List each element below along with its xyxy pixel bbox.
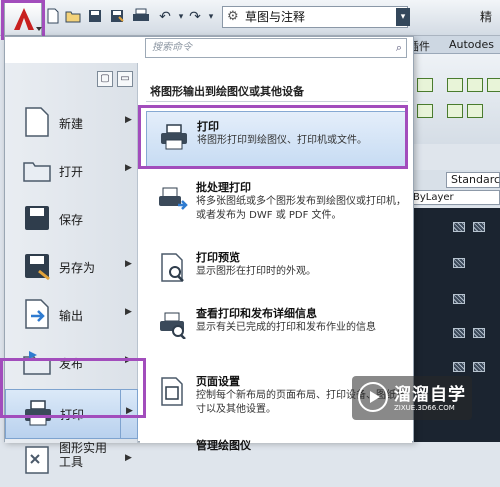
page-setup-icon bbox=[161, 377, 183, 406]
submenu-item-plot-details[interactable]: 查看打印和发布详细信息 显示有关已完成的打印和发布作业的信息 bbox=[146, 299, 408, 359]
ribbon-panel bbox=[405, 54, 500, 144]
block-cell bbox=[453, 222, 465, 232]
chevron-right-icon: ▶ bbox=[125, 259, 132, 269]
annotation-icon[interactable] bbox=[417, 104, 433, 118]
menu-item-open[interactable]: 打开 ▶ bbox=[5, 147, 138, 197]
watermark-name: 溜溜自学 bbox=[394, 385, 466, 405]
play-logo-icon bbox=[358, 382, 388, 412]
chevron-right-icon: ▶ bbox=[125, 163, 132, 173]
plot-details-icon bbox=[160, 312, 186, 339]
dimension-icon[interactable] bbox=[467, 78, 483, 92]
drawing-utilities-icon bbox=[25, 446, 49, 474]
menu-item-label: 发布 bbox=[59, 357, 84, 371]
divider bbox=[146, 101, 408, 102]
submenu-item-desc: 显示有关已完成的打印和发布作业的信息 bbox=[196, 322, 376, 333]
submenu-item-title: 打印 bbox=[197, 120, 219, 133]
menu-item-save[interactable]: 保存 bbox=[5, 195, 138, 245]
open-icon[interactable] bbox=[64, 8, 82, 26]
annotation-icon[interactable] bbox=[447, 104, 463, 118]
block-cell bbox=[453, 258, 465, 268]
autocad-logo-icon bbox=[14, 8, 34, 30]
chevron-right-icon: ▶ bbox=[126, 406, 133, 416]
annotation-icon[interactable] bbox=[467, 104, 483, 118]
block-cell bbox=[473, 362, 485, 372]
menu-item-export[interactable]: 输出 ▶ bbox=[5, 291, 138, 341]
workspace-value: 草图与注释 bbox=[245, 10, 306, 24]
menu-item-save-as[interactable]: 另存为 ▶ bbox=[5, 243, 138, 293]
menu-item-publish[interactable]: 发布 ▶ bbox=[5, 339, 138, 389]
submenu-item-title: 批处理打印 bbox=[196, 181, 251, 194]
export-icon bbox=[25, 299, 49, 329]
chevron-right-icon: ▶ bbox=[125, 307, 132, 317]
batch-plot-icon bbox=[159, 187, 188, 210]
menu-item-label: 图形实用工具 bbox=[59, 441, 108, 469]
caret-down-icon bbox=[36, 27, 42, 31]
block-cell bbox=[453, 294, 465, 304]
submenu-item-title: 查看打印和发布详细信息 bbox=[196, 307, 317, 320]
menu-item-label: 打开 bbox=[59, 165, 84, 179]
submenu-item-desc: 显示图形在打印时的外观。 bbox=[196, 266, 316, 277]
ribbon-tabs: 插件 Autodes bbox=[405, 36, 500, 54]
save-as-icon[interactable] bbox=[108, 8, 126, 26]
submenu-header: 将图形输出到绘图仪或其他设备 bbox=[150, 85, 304, 98]
submenu-item-title: 打印预览 bbox=[196, 251, 240, 264]
block-cell bbox=[473, 328, 485, 338]
menu-item-drawing-utilities[interactable]: 图形实用工具 ▶ bbox=[5, 437, 138, 487]
search-icon[interactable]: ⌕ bbox=[396, 39, 402, 57]
submenu-item-plot-preview[interactable]: 打印预览 显示图形在打印时的外观。 bbox=[146, 243, 408, 289]
new-icon[interactable] bbox=[44, 8, 62, 26]
gear-icon: ⚙ bbox=[227, 9, 239, 24]
new-document-icon bbox=[25, 107, 49, 137]
submenu-item-title: 页面设置 bbox=[196, 375, 240, 388]
menu-item-label: 保存 bbox=[59, 213, 84, 227]
submenu-item-desc: 将图形打印到绘图仪、打印机或文件。 bbox=[197, 135, 367, 146]
redo-dropdown-icon[interactable]: ▾ bbox=[202, 8, 220, 26]
search-placeholder: 搜索命令 bbox=[152, 42, 192, 53]
menu-item-label: 新建 bbox=[59, 117, 84, 131]
window-title: 精 bbox=[480, 10, 493, 24]
submenu-item-plot[interactable]: 打印 将图形打印到绘图仪、打印机或文件。 bbox=[146, 111, 408, 169]
save-icon[interactable] bbox=[86, 8, 104, 26]
tab-autodesk[interactable]: Autodes bbox=[449, 38, 494, 51]
submenu-item-desc: 将多张图纸或多个图形发布到绘图仪或打印机，或者发布为 DWF 或 PDF 文件。 bbox=[196, 196, 406, 221]
dimension-icon[interactable] bbox=[417, 78, 433, 92]
printer-icon bbox=[161, 124, 187, 150]
submenu-item-plotter-manager[interactable]: 管理绘图仪 bbox=[146, 433, 408, 453]
search-input[interactable]: 搜索命令 ⌕ bbox=[145, 38, 407, 58]
menu-item-label: 另存为 bbox=[59, 261, 96, 275]
plot-icon[interactable] bbox=[132, 8, 150, 26]
watermark-url: ZIXUE.3D66.COM bbox=[394, 404, 455, 412]
customize-toolbar-icon[interactable]: ▾ bbox=[396, 8, 410, 26]
dimension-icon[interactable] bbox=[447, 78, 463, 92]
menu-item-print[interactable]: 打印 ▶ bbox=[5, 389, 138, 439]
dimension-icon[interactable] bbox=[487, 78, 500, 92]
plot-preview-icon bbox=[161, 253, 184, 282]
layer-select[interactable]: ByLayer bbox=[408, 190, 500, 205]
watermark: 溜溜自学 ZIXUE.3D66.COM bbox=[352, 376, 472, 420]
publish-icon bbox=[23, 351, 51, 375]
printer-icon bbox=[25, 400, 51, 426]
recent-documents-icon[interactable]: ▢ bbox=[97, 71, 113, 87]
workspace-select[interactable]: ⚙ 草图与注释 ▼ bbox=[222, 6, 408, 28]
chevron-right-icon: ▶ bbox=[125, 115, 132, 125]
block-cell bbox=[473, 222, 485, 232]
chevron-right-icon: ▶ bbox=[125, 355, 132, 365]
text-style-select[interactable]: Standarc bbox=[446, 172, 500, 188]
quick-access-toolbar: ↶ ▾ ↷ ▾ ⚙ 草图与注释 ▼ ▾ 精 bbox=[0, 0, 500, 36]
open-documents-icon[interactable]: ▭ bbox=[117, 71, 133, 87]
menu-commands: ▢ ▭ 新建 ▶ 打开 ▶ 保存 另存为 ▶ 输出 ▶ 发布 ▶ 打印 ▶ 图形… bbox=[5, 63, 138, 474]
menu-item-label: 打印 bbox=[60, 408, 85, 422]
save-disk-icon bbox=[25, 206, 49, 230]
block-cell bbox=[453, 362, 465, 372]
save-as-icon bbox=[25, 254, 50, 281]
menu-item-new[interactable]: 新建 ▶ bbox=[5, 99, 138, 149]
application-menu-button[interactable] bbox=[4, 2, 42, 36]
chevron-right-icon: ▶ bbox=[125, 453, 132, 463]
submenu-item-batch-plot[interactable]: 批处理打印 将多张图纸或多个图形发布到绘图仪或打印机，或者发布为 DWF 或 P… bbox=[146, 173, 408, 237]
block-cell bbox=[453, 328, 465, 338]
menu-item-label: 输出 bbox=[59, 309, 84, 323]
open-folder-icon bbox=[23, 162, 51, 182]
submenu-item-title: 管理绘图仪 bbox=[196, 439, 251, 452]
